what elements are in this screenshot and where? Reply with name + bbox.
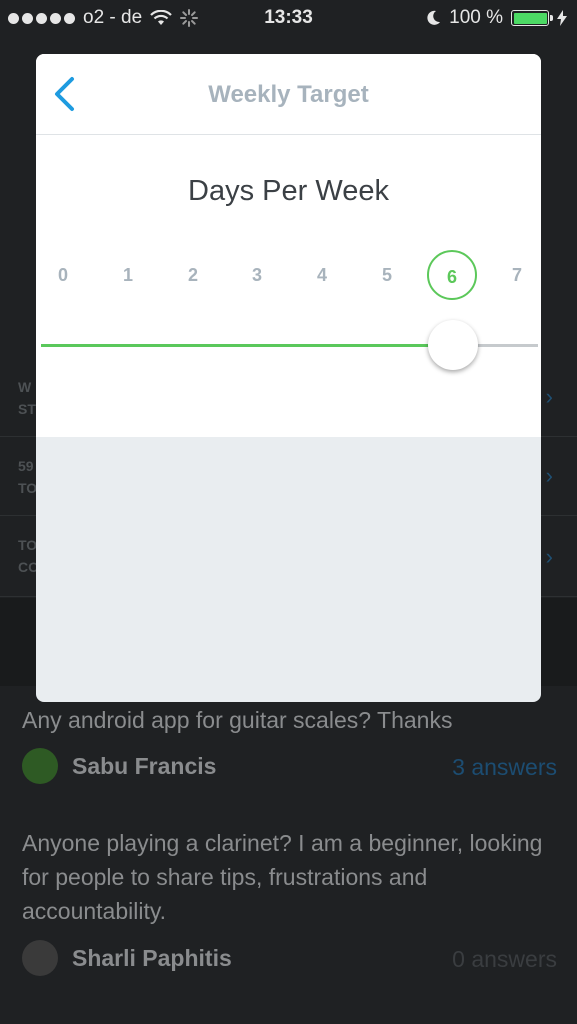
author-name: Sharli Paphitis bbox=[72, 944, 232, 971]
post-item[interactable]: Anyone playing a clarinet? I am a beginn… bbox=[22, 826, 552, 928]
day-option-7[interactable]: 7 bbox=[492, 250, 541, 300]
day-option-0[interactable]: 0 bbox=[38, 250, 88, 300]
avatar bbox=[22, 940, 58, 976]
battery-level bbox=[513, 12, 547, 24]
modal-title: Weekly Target bbox=[208, 81, 369, 108]
post-item[interactable]: Any android app for guitar scales? Thank… bbox=[22, 703, 552, 737]
battery-percent: 100 % bbox=[449, 7, 503, 28]
days-per-week-title: Days Per Week bbox=[188, 175, 389, 207]
post-author[interactable]: Sabu Francis bbox=[22, 748, 216, 784]
post-author[interactable]: Sharli Paphitis bbox=[22, 940, 232, 976]
modal-header: Weekly Target bbox=[36, 54, 541, 135]
day-option-4[interactable]: 4 bbox=[297, 250, 347, 300]
post-question: Anyone playing a clarinet? I am a beginn… bbox=[22, 830, 543, 924]
slider-thumb[interactable] bbox=[428, 320, 478, 370]
background-row-label: 59 TO bbox=[18, 458, 38, 496]
status-bar: o2 - de 13:33 100 % bbox=[0, 0, 577, 38]
day-option-1[interactable]: 1 bbox=[103, 250, 153, 300]
answers-link[interactable]: 3 answers bbox=[452, 754, 557, 781]
moon-icon bbox=[427, 10, 441, 25]
chevron-right-icon: › bbox=[545, 463, 553, 488]
chevron-right-icon: › bbox=[545, 544, 553, 569]
author-name: Sabu Francis bbox=[72, 752, 217, 779]
day-option-3[interactable]: 3 bbox=[232, 250, 282, 300]
day-option-5[interactable]: 5 bbox=[362, 250, 412, 300]
weekly-target-modal: Weekly Target Days Per Week 0 1 2 3 4 5 … bbox=[36, 54, 541, 702]
battery-icon bbox=[511, 10, 553, 26]
day-option-6[interactable]: 6 bbox=[427, 250, 477, 300]
background-row-label: W ST bbox=[18, 379, 36, 417]
modal-body: Days Per Week 0 1 2 3 4 5 6 7 bbox=[36, 135, 541, 437]
slider-track-filled[interactable] bbox=[41, 344, 453, 347]
avatar bbox=[22, 748, 58, 784]
charging-bolt-icon bbox=[557, 10, 567, 26]
post-question: Any android app for guitar scales? Thank… bbox=[22, 707, 453, 733]
chevron-right-icon: › bbox=[545, 384, 553, 409]
answers-link[interactable]: 0 answers bbox=[452, 946, 557, 973]
status-right: 100 % bbox=[427, 7, 567, 29]
day-option-2[interactable]: 2 bbox=[168, 250, 218, 300]
